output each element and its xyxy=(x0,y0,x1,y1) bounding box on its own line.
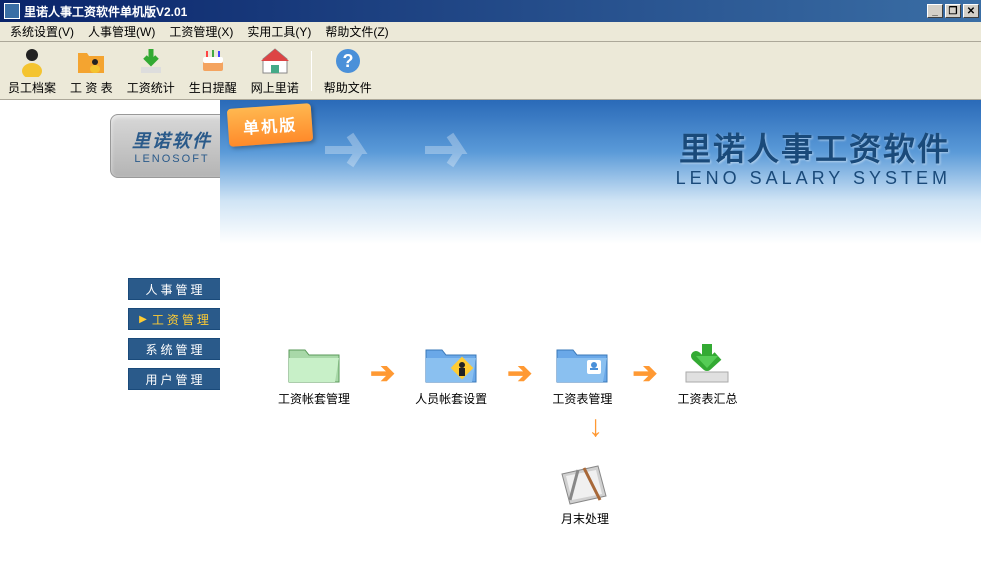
toolbar-label: 工资统计 xyxy=(127,79,175,96)
toolbar-help[interactable]: ? 帮助文件 xyxy=(322,43,374,98)
banner: 单机版 里诺人事工资软件 LENO SALARY SYSTEM xyxy=(220,100,981,244)
minimize-button[interactable]: _ xyxy=(927,4,943,18)
flow-label: 工资表管理 xyxy=(552,390,612,407)
nav-system-management[interactable]: 系统管理 xyxy=(128,338,223,360)
flow-area: 工资帐套管理 ➔ 人员帐套设置 ➔ 工资表管理 ➔ 工资表汇总 ↓ xyxy=(278,340,961,407)
folder-green-icon xyxy=(285,340,343,386)
download-icon xyxy=(135,45,167,77)
maximize-button[interactable]: ❐ xyxy=(945,4,961,18)
folder-person-icon xyxy=(75,45,107,77)
svg-text:?: ? xyxy=(342,51,353,71)
logo-box: 里诺软件 LENOSOFT xyxy=(110,114,234,178)
logo-en: LENOSOFT xyxy=(134,153,209,165)
app-icon xyxy=(4,3,20,19)
toolbar-label: 网上里诺 xyxy=(251,79,299,96)
flow-month-end-processing[interactable]: 月末处理 xyxy=(556,460,614,527)
toolbar-label: 帮助文件 xyxy=(324,79,372,96)
arrow-right-icon: ➔ xyxy=(632,356,657,391)
nav-buttons: 人事管理 ▶工资管理 系统管理 用户管理 xyxy=(128,278,223,390)
home-icon xyxy=(259,45,291,77)
arrow-down-icon: ↓ xyxy=(588,410,603,444)
flow-salary-table-summary[interactable]: 工资表汇总 xyxy=(677,340,737,407)
left-panel: 里诺软件 LENOSOFT 人事管理 ▶工资管理 系统管理 用户管理 xyxy=(0,100,220,586)
person-icon xyxy=(16,45,48,77)
nav-user-management[interactable]: 用户管理 xyxy=(128,368,223,390)
arrow-right-icon: ➔ xyxy=(370,356,395,391)
arrow-right-icon: ➔ xyxy=(507,356,532,391)
toolbar-birthday-reminder[interactable]: 生日提醒 xyxy=(187,43,239,98)
window-controls: _ ❐ ✕ xyxy=(927,4,979,18)
folder-blue-mac-icon xyxy=(553,340,611,386)
toolbar-salary-stats[interactable]: 工资统计 xyxy=(125,43,177,98)
active-arrow-icon: ▶ xyxy=(139,314,150,325)
close-button[interactable]: ✕ xyxy=(963,4,979,18)
menu-salary-management[interactable]: 工资管理(X) xyxy=(163,21,239,42)
banner-title-cn: 里诺人事工资软件 xyxy=(679,124,951,170)
flow-row: 工资帐套管理 ➔ 人员帐套设置 ➔ 工资表管理 ➔ 工资表汇总 xyxy=(278,340,961,407)
flow-label: 人员帐套设置 xyxy=(415,390,487,407)
flow-label: 工资表汇总 xyxy=(677,390,737,407)
toolbar: 员工档案 工 资 表 工资统计 生日提醒 网上里诺 ? 帮助文件 xyxy=(0,42,981,100)
toolbar-employee-files[interactable]: 员工档案 xyxy=(6,43,58,98)
cake-icon xyxy=(197,45,229,77)
menubar: 系统设置(V) 人事管理(W) 工资管理(X) 实用工具(Y) 帮助文件(Z) xyxy=(0,22,981,42)
window-title: 里诺人事工资软件单机版V2.01 xyxy=(24,3,187,20)
menu-hr-management[interactable]: 人事管理(W) xyxy=(82,21,161,42)
flow-salary-table-management[interactable]: 工资表管理 xyxy=(552,340,612,407)
folder-blue-person-icon xyxy=(422,340,480,386)
banner-arrows-icon xyxy=(320,120,500,180)
content-panel: 单机版 里诺人事工资软件 LENO SALARY SYSTEM 工资帐套管理 ➔… xyxy=(220,100,981,586)
flow-label: 月末处理 xyxy=(561,510,609,527)
main-area: 里诺软件 LENOSOFT 人事管理 ▶工资管理 系统管理 用户管理 单机版 里… xyxy=(0,100,981,586)
toolbar-label: 生日提醒 xyxy=(189,79,237,96)
edit-tablet-icon xyxy=(556,460,614,506)
titlebar: 里诺人事工资软件单机版V2.01 _ ❐ ✕ xyxy=(0,0,981,22)
nav-hr-management[interactable]: 人事管理 xyxy=(128,278,223,300)
nav-salary-management[interactable]: ▶工资管理 xyxy=(128,308,223,330)
toolbar-separator xyxy=(311,51,312,91)
banner-badge: 单机版 xyxy=(227,103,313,147)
toolbar-online-leno[interactable]: 网上里诺 xyxy=(249,43,301,98)
logo-cn: 里诺软件 xyxy=(132,127,212,153)
banner-title-en: LENO SALARY SYSTEM xyxy=(676,168,951,189)
toolbar-label: 工 资 表 xyxy=(70,79,113,96)
help-icon: ? xyxy=(332,45,364,77)
flow-bottom-row: 月末处理 xyxy=(556,460,614,527)
flow-label: 工资帐套管理 xyxy=(278,390,350,407)
download-green-icon xyxy=(678,340,736,386)
toolbar-label: 员工档案 xyxy=(8,79,56,96)
flow-personnel-account-settings[interactable]: 人员帐套设置 xyxy=(415,340,487,407)
menu-help[interactable]: 帮助文件(Z) xyxy=(319,21,394,42)
menu-tools[interactable]: 实用工具(Y) xyxy=(241,21,317,42)
menu-system-settings[interactable]: 系统设置(V) xyxy=(4,21,80,42)
flow-salary-account-management[interactable]: 工资帐套管理 xyxy=(278,340,350,407)
toolbar-salary-table[interactable]: 工 资 表 xyxy=(68,43,115,98)
